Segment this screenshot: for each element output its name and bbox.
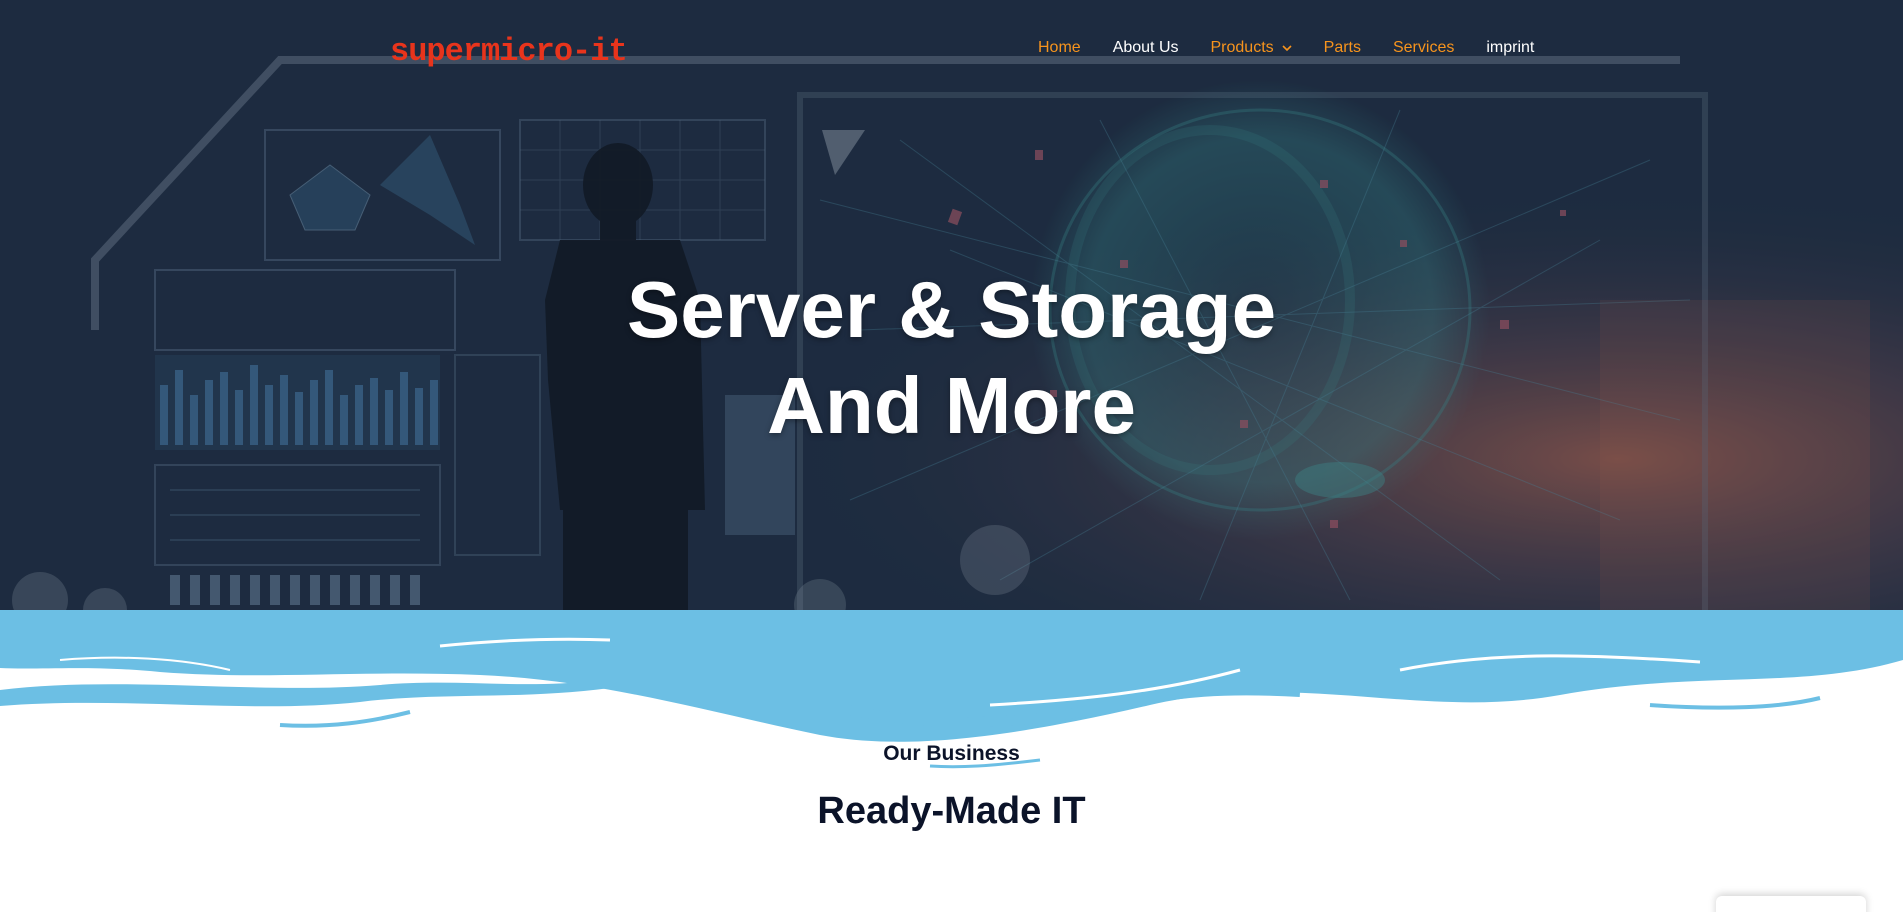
nav-item-about-us[interactable]: About Us bbox=[1113, 38, 1179, 58]
chevron-down-icon bbox=[1282, 45, 1292, 52]
site-logo[interactable]: supermicro-it bbox=[390, 30, 640, 70]
section-eyebrow: Our Business bbox=[883, 742, 1020, 765]
site-header: supermicro-it Home About Us Products Par… bbox=[0, 0, 1903, 96]
nav-item-label: imprint bbox=[1486, 39, 1535, 56]
nav-item-home[interactable]: Home bbox=[1038, 38, 1081, 58]
nav-item-parts[interactable]: Parts bbox=[1324, 38, 1361, 58]
hero-title: Server & Storage And More bbox=[0, 262, 1903, 454]
hero-title-line-2: And More bbox=[767, 361, 1136, 450]
nav-item-imprint[interactable]: imprint bbox=[1486, 38, 1534, 58]
nav-item-label: About Us bbox=[1112, 39, 1179, 56]
nav-item-services[interactable]: Services bbox=[1393, 38, 1454, 58]
main-nav: Home About Us Products Parts Services im… bbox=[1038, 38, 1534, 58]
nav-item-label: Products bbox=[1210, 39, 1274, 56]
nav-item-products[interactable]: Products bbox=[1211, 38, 1292, 58]
page: supermicro-it Home About Us Products Par… bbox=[0, 0, 1903, 912]
hero-title-line-1: Server & Storage bbox=[626, 265, 1277, 354]
nav-item-label: Parts bbox=[1323, 39, 1361, 56]
nav-item-label: Services bbox=[1392, 39, 1455, 56]
floating-widget[interactable] bbox=[1716, 896, 1866, 912]
nav-item-label: Home bbox=[1038, 39, 1081, 56]
svg-text:supermicro-it: supermicro-it bbox=[390, 33, 627, 70]
section-title: Ready-Made IT bbox=[817, 790, 1086, 832]
